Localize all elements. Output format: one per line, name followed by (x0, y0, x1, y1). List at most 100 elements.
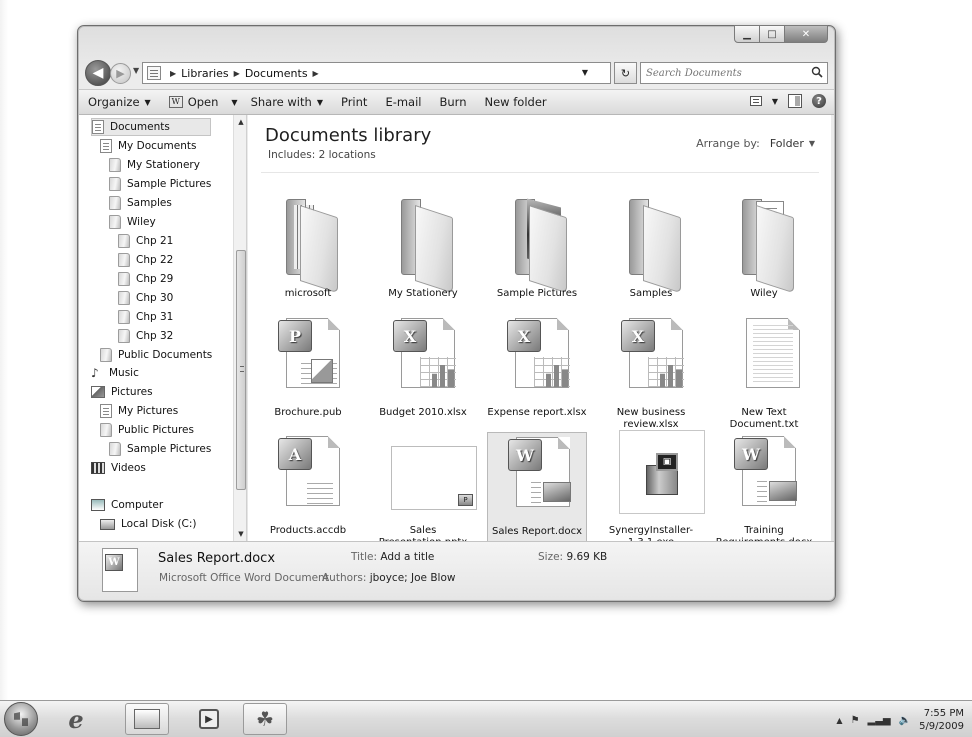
file-tile[interactable]: X New business review.xlsx (601, 314, 701, 434)
includes-locations-link[interactable]: 2 locations (319, 149, 376, 161)
minimize-button[interactable]: ▁ (734, 25, 760, 43)
clock[interactable]: 7:55 PM 5/9/2009 (919, 707, 964, 733)
folder-tile[interactable]: Samples (601, 195, 701, 315)
address-dropdown-icon[interactable]: ▼ (582, 68, 588, 77)
authors-value[interactable]: jboyce; Joe Blow (370, 572, 456, 584)
tree-item[interactable]: Videos (91, 459, 146, 477)
search-input[interactable] (646, 67, 796, 79)
file-tile[interactable]: W Sales Report.docx (487, 432, 587, 552)
tree-item[interactable]: Documents (91, 118, 211, 136)
command-bar-right: ▼ ? (749, 94, 826, 108)
new-folder-button[interactable]: New folder (476, 95, 556, 109)
tree-item[interactable]: ♪ Music (91, 364, 139, 382)
scrollbar-thumb[interactable] (236, 250, 246, 490)
back-button[interactable]: ◀ (85, 60, 111, 86)
scroll-down-arrow-icon[interactable]: ▼ (234, 527, 246, 541)
file-name-label: My Stationery (388, 288, 458, 299)
tree-item[interactable]: Chp 29 (118, 270, 173, 288)
tree-item-label: Wiley (127, 216, 156, 228)
view-dropdown-icon[interactable]: ▼ (772, 97, 778, 106)
change-view-icon[interactable] (749, 96, 762, 106)
folder-tile[interactable]: My Stationery (373, 195, 473, 315)
breadcrumb-separator-icon[interactable]: ▶ (170, 69, 176, 78)
title-value[interactable]: Add a title (380, 551, 434, 563)
tree-item[interactable]: Chp 30 (118, 289, 173, 307)
tree-item[interactable]: Chp 21 (118, 232, 173, 250)
tree-item-label: My Pictures (118, 405, 179, 417)
network-icon[interactable]: ▂▃▅ (868, 715, 891, 726)
people-app-button[interactable]: ☘ (243, 703, 287, 735)
start-button[interactable] (4, 702, 38, 736)
tree-item[interactable]: Sample Pictures (109, 440, 211, 458)
volume-icon[interactable]: 🔈 (899, 715, 911, 726)
tree-item[interactable]: Public Documents (100, 346, 212, 364)
tree-item[interactable]: My Pictures (100, 402, 178, 420)
close-button[interactable]: ✕ (785, 25, 828, 43)
explorer-window: ▁ □ ✕ ◀ ▶ ▼ ▶ Libraries ▶ Documents ▶ ▼ … (77, 25, 836, 602)
tree-item[interactable]: Computer (91, 496, 163, 514)
breadcrumb-libraries[interactable]: Libraries (181, 67, 229, 80)
file-name-label: Budget 2010.xlsx (379, 407, 467, 418)
open-button[interactable]: W Open (160, 95, 228, 109)
arrange-by-dropdown[interactable]: Folder (770, 137, 804, 150)
help-icon[interactable]: ? (812, 94, 826, 108)
media-player-button[interactable]: ▶ (187, 703, 231, 735)
tree-item[interactable]: Chp 31 (118, 308, 173, 326)
tree-item[interactable]: Pictures (91, 383, 153, 401)
show-hidden-icons-icon[interactable]: ▲ (836, 716, 842, 725)
tree-item-label: Sample Pictures (127, 443, 212, 455)
file-tile[interactable]: New Text Document.txt (714, 314, 814, 434)
tree-item[interactable]: Samples (109, 194, 172, 212)
library-icon (147, 66, 161, 80)
tree-item[interactable]: Wiley (109, 213, 156, 231)
chevron-down-icon[interactable]: ▼ (809, 139, 815, 148)
file-tile[interactable]: WTraining Requirements.docx (714, 432, 814, 552)
tree-item[interactable]: Public Pictures (100, 421, 194, 439)
folder-icon (118, 329, 130, 343)
tree-item[interactable]: Chp 22 (118, 251, 173, 269)
tree-item[interactable]: My Documents (100, 137, 196, 155)
tree-item[interactable]: Chp 32 (118, 327, 173, 345)
scroll-up-arrow-icon[interactable]: ▲ (234, 115, 246, 129)
file-tile[interactable]: X Expense report.xlsx (487, 314, 587, 434)
breadcrumb-separator-icon[interactable]: ▶ (313, 69, 319, 78)
refresh-button[interactable]: ↻ (614, 62, 637, 84)
folder-tile[interactable]: Wiley (714, 195, 814, 315)
internet-explorer-icon: e (68, 704, 84, 734)
word-file-icon: W (732, 432, 798, 522)
maximize-button[interactable]: □ (760, 25, 785, 43)
tree-item[interactable]: Local Disk (C:) (100, 515, 197, 533)
organize-button[interactable]: Organize ▼ (79, 95, 160, 109)
burn-button[interactable]: Burn (431, 95, 476, 109)
share-with-button[interactable]: Share with ▼ (242, 95, 332, 109)
internet-explorer-button[interactable]: e (54, 703, 98, 735)
tree-item-label: Computer (111, 499, 164, 511)
folder-tile[interactable]: Sample Pictures (487, 195, 587, 315)
file-tile[interactable]: ▣SynergyInstaller-1.3.1.exe (601, 430, 705, 552)
file-tile[interactable]: P Brochure.pub (258, 314, 358, 434)
breadcrumb-documents[interactable]: Documents (245, 67, 308, 80)
forward-button[interactable]: ▶ (110, 63, 131, 84)
print-button[interactable]: Print (332, 95, 376, 109)
tree-item[interactable]: Sample Pictures (109, 175, 211, 193)
address-bar[interactable]: ▶ Libraries ▶ Documents ▶ ▼ (142, 62, 611, 84)
breadcrumb-separator-icon[interactable]: ▶ (234, 69, 240, 78)
file-tile[interactable]: PSales Presentation.pptx (373, 432, 477, 552)
folder-icon (118, 234, 130, 248)
search-icon[interactable] (811, 66, 823, 78)
nav-scrollbar[interactable]: ▲ ▼ (233, 115, 246, 541)
file-tile[interactable]: X Budget 2010.xlsx (373, 314, 473, 434)
action-center-icon[interactable]: ⚑ (851, 715, 860, 726)
recent-pages-dropdown[interactable]: ▼ (133, 66, 139, 75)
open-dropdown-button[interactable]: ▼ (227, 98, 241, 107)
computer-icon (91, 499, 105, 511)
email-button[interactable]: E-mail (376, 95, 430, 109)
preview-pane-icon[interactable] (788, 94, 802, 108)
windows-explorer-button[interactable] (125, 703, 169, 735)
tree-item[interactable]: My Stationery (109, 156, 200, 174)
folder-icon (109, 215, 121, 229)
caption-buttons: ▁ □ ✕ (734, 25, 828, 43)
folder-tile[interactable]: microsoft (258, 195, 358, 315)
search-box[interactable] (640, 62, 828, 84)
file-tile[interactable]: A Products.accdb (258, 432, 358, 552)
